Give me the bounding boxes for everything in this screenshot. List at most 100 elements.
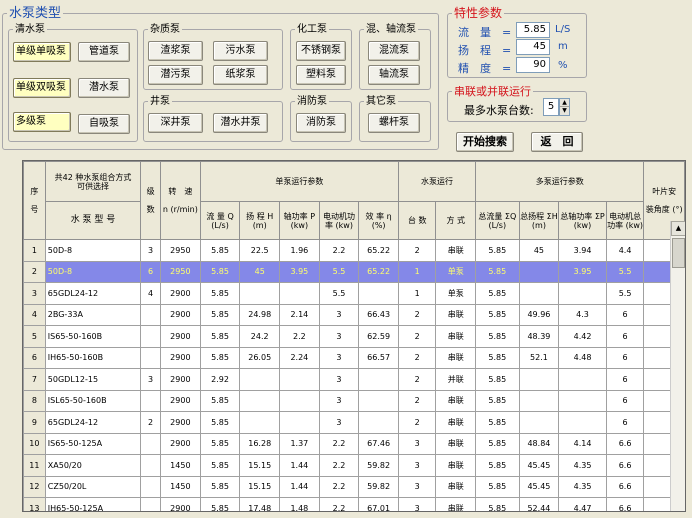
screw-pump-button[interactable]: 螺杆泵 bbox=[368, 113, 420, 133]
table-cell[interactable]: 2BG-33A bbox=[44, 303, 142, 326]
table-cell[interactable]: 3 bbox=[140, 368, 161, 391]
table-cell[interactable]: 45.45 bbox=[518, 475, 560, 498]
table-cell[interactable]: 2.92 bbox=[199, 368, 241, 391]
table-cell[interactable]: 2 bbox=[397, 389, 437, 412]
table-cell[interactable]: 串联 bbox=[435, 475, 477, 498]
table-cell[interactable]: 4.35 bbox=[558, 454, 607, 477]
table-cell[interactable]: 1 bbox=[397, 282, 437, 305]
table-cell[interactable] bbox=[140, 475, 161, 498]
table-cell[interactable] bbox=[358, 389, 399, 412]
submersible-pump-button[interactable]: 潜水泵 bbox=[78, 78, 130, 98]
vertical-scrollbar[interactable]: ▲ bbox=[670, 221, 685, 511]
table-cell[interactable]: 66.43 bbox=[358, 303, 399, 326]
table-cell[interactable]: 1.96 bbox=[279, 239, 320, 262]
table-cell[interactable] bbox=[239, 368, 281, 391]
table-cell[interactable]: 2.2 bbox=[318, 475, 360, 498]
table-cell[interactable]: 串联 bbox=[435, 497, 477, 511]
table-cell[interactable]: 5.85 bbox=[475, 475, 520, 498]
table-cell[interactable] bbox=[140, 325, 161, 348]
table-cell[interactable]: 22.5 bbox=[239, 239, 281, 262]
table-cell[interactable] bbox=[358, 282, 399, 305]
table-cell[interactable]: 6.6 bbox=[605, 454, 645, 477]
table-cell[interactable]: 2.2 bbox=[318, 497, 360, 511]
table-cell[interactable]: 2 bbox=[397, 239, 437, 262]
table-cell[interactable] bbox=[140, 497, 161, 511]
table-cell[interactable]: 2 bbox=[397, 368, 437, 391]
table-cell[interactable]: 5.85 bbox=[475, 368, 520, 391]
table-cell[interactable]: 45 bbox=[239, 260, 281, 283]
table-cell[interactable]: 4 bbox=[140, 282, 161, 305]
back-button[interactable]: 返 回 bbox=[531, 132, 583, 152]
table-cell[interactable]: 6 bbox=[140, 260, 161, 283]
table-cell[interactable]: 4.35 bbox=[558, 475, 607, 498]
table-cell[interactable]: 45 bbox=[518, 239, 560, 262]
fire-pump-button[interactable]: 消防泵 bbox=[296, 113, 346, 133]
table-cell[interactable] bbox=[518, 282, 560, 305]
table-cell[interactable]: 48.84 bbox=[518, 432, 560, 455]
table-cell[interactable]: 66.57 bbox=[358, 346, 399, 369]
table-cell[interactable]: 5.85 bbox=[199, 497, 241, 511]
table-cell[interactable]: XA50/20 bbox=[44, 454, 142, 477]
spin-up-icon[interactable]: ▲ bbox=[560, 99, 569, 107]
paper-pulp-pump-button[interactable]: 纸浆泵 bbox=[213, 65, 268, 85]
row-index[interactable]: 4 bbox=[23, 303, 46, 326]
table-cell[interactable]: 2 bbox=[397, 411, 437, 434]
table-cell[interactable]: 3.95 bbox=[558, 260, 607, 283]
table-cell[interactable]: 并联 bbox=[435, 368, 477, 391]
axial-flow-pump-button[interactable]: 轴流泵 bbox=[368, 65, 420, 85]
self-priming-pump-button[interactable]: 自吸泵 bbox=[78, 114, 130, 134]
table-cell[interactable] bbox=[518, 411, 560, 434]
table-cell[interactable]: 5.85 bbox=[199, 282, 241, 305]
table-cell[interactable]: 5.85 bbox=[475, 260, 520, 283]
table-cell[interactable]: 65GDL24-12 bbox=[44, 411, 142, 434]
table-row[interactable]: 13 IH65-50-125A 2900 5.85 17.48 1.48 2.2 67.01 3… bbox=[23, 497, 685, 511]
table-cell[interactable]: 串联 bbox=[435, 303, 477, 326]
table-cell[interactable]: 26.05 bbox=[239, 346, 281, 369]
table-cell[interactable]: 3 bbox=[318, 325, 360, 348]
row-index[interactable]: 5 bbox=[23, 325, 46, 348]
table-row[interactable]: 1 50D-8 3 2950 5.85 22.5 1.96 2.2 65.22 2 串联 5.85 45… bbox=[23, 239, 685, 262]
row-index[interactable]: 2 bbox=[23, 260, 46, 283]
table-cell[interactable] bbox=[279, 282, 320, 305]
table-cell[interactable]: 2900 bbox=[159, 497, 201, 511]
table-cell[interactable]: 单泵 bbox=[435, 260, 477, 283]
table-cell[interactable]: 串联 bbox=[435, 346, 477, 369]
table-row[interactable]: 7 50GDL12-15 3 2900 2.92 3 2 并联 5.85 6 bbox=[23, 368, 685, 391]
table-cell[interactable]: 15.15 bbox=[239, 475, 281, 498]
table-cell[interactable]: 6 bbox=[605, 389, 645, 412]
row-index[interactable]: 13 bbox=[23, 497, 46, 511]
table-cell[interactable]: IS65-50-125A bbox=[44, 432, 142, 455]
table-cell[interactable]: 5.85 bbox=[475, 346, 520, 369]
table-row[interactable]: 12 CZ50/20L 1450 5.85 15.15 1.44 2.2 59.82 3 串联 5.… bbox=[23, 475, 685, 498]
table-cell[interactable] bbox=[279, 389, 320, 412]
plastic-pump-button[interactable]: 塑料泵 bbox=[296, 65, 346, 85]
single-stage-single-suction-button[interactable]: 单级单吸泵 bbox=[13, 42, 71, 62]
table-cell[interactable]: 2900 bbox=[159, 325, 201, 348]
table-cell[interactable]: 1.37 bbox=[279, 432, 320, 455]
table-cell[interactable]: 3 bbox=[318, 303, 360, 326]
table-cell[interactable]: 单泵 bbox=[435, 282, 477, 305]
table-cell[interactable]: 15.15 bbox=[239, 454, 281, 477]
table-cell[interactable]: 5.85 bbox=[475, 239, 520, 262]
table-cell[interactable]: 5.85 bbox=[475, 325, 520, 348]
table-cell[interactable]: 6 bbox=[605, 303, 645, 326]
table-cell[interactable]: 45.45 bbox=[518, 454, 560, 477]
table-cell[interactable]: 6.6 bbox=[605, 475, 645, 498]
row-index[interactable]: 1 bbox=[23, 239, 46, 262]
table-cell[interactable]: 5.85 bbox=[199, 260, 241, 283]
table-cell[interactable] bbox=[358, 411, 399, 434]
table-cell[interactable] bbox=[140, 303, 161, 326]
max-pumps-input[interactable]: 5 bbox=[543, 98, 559, 116]
table-cell[interactable]: 2.24 bbox=[279, 346, 320, 369]
table-cell[interactable]: 6 bbox=[605, 368, 645, 391]
table-cell[interactable]: 2900 bbox=[159, 368, 201, 391]
scroll-thumb[interactable] bbox=[672, 238, 685, 268]
table-cell[interactable]: 3 bbox=[318, 368, 360, 391]
table-cell[interactable]: 1450 bbox=[159, 475, 201, 498]
table-cell[interactable]: 6.6 bbox=[605, 497, 645, 511]
table-cell[interactable]: 1.44 bbox=[279, 454, 320, 477]
table-cell[interactable]: 5.85 bbox=[199, 475, 241, 498]
table-cell[interactable] bbox=[239, 411, 281, 434]
table-cell[interactable]: 59.82 bbox=[358, 454, 399, 477]
table-cell[interactable]: 48.39 bbox=[518, 325, 560, 348]
